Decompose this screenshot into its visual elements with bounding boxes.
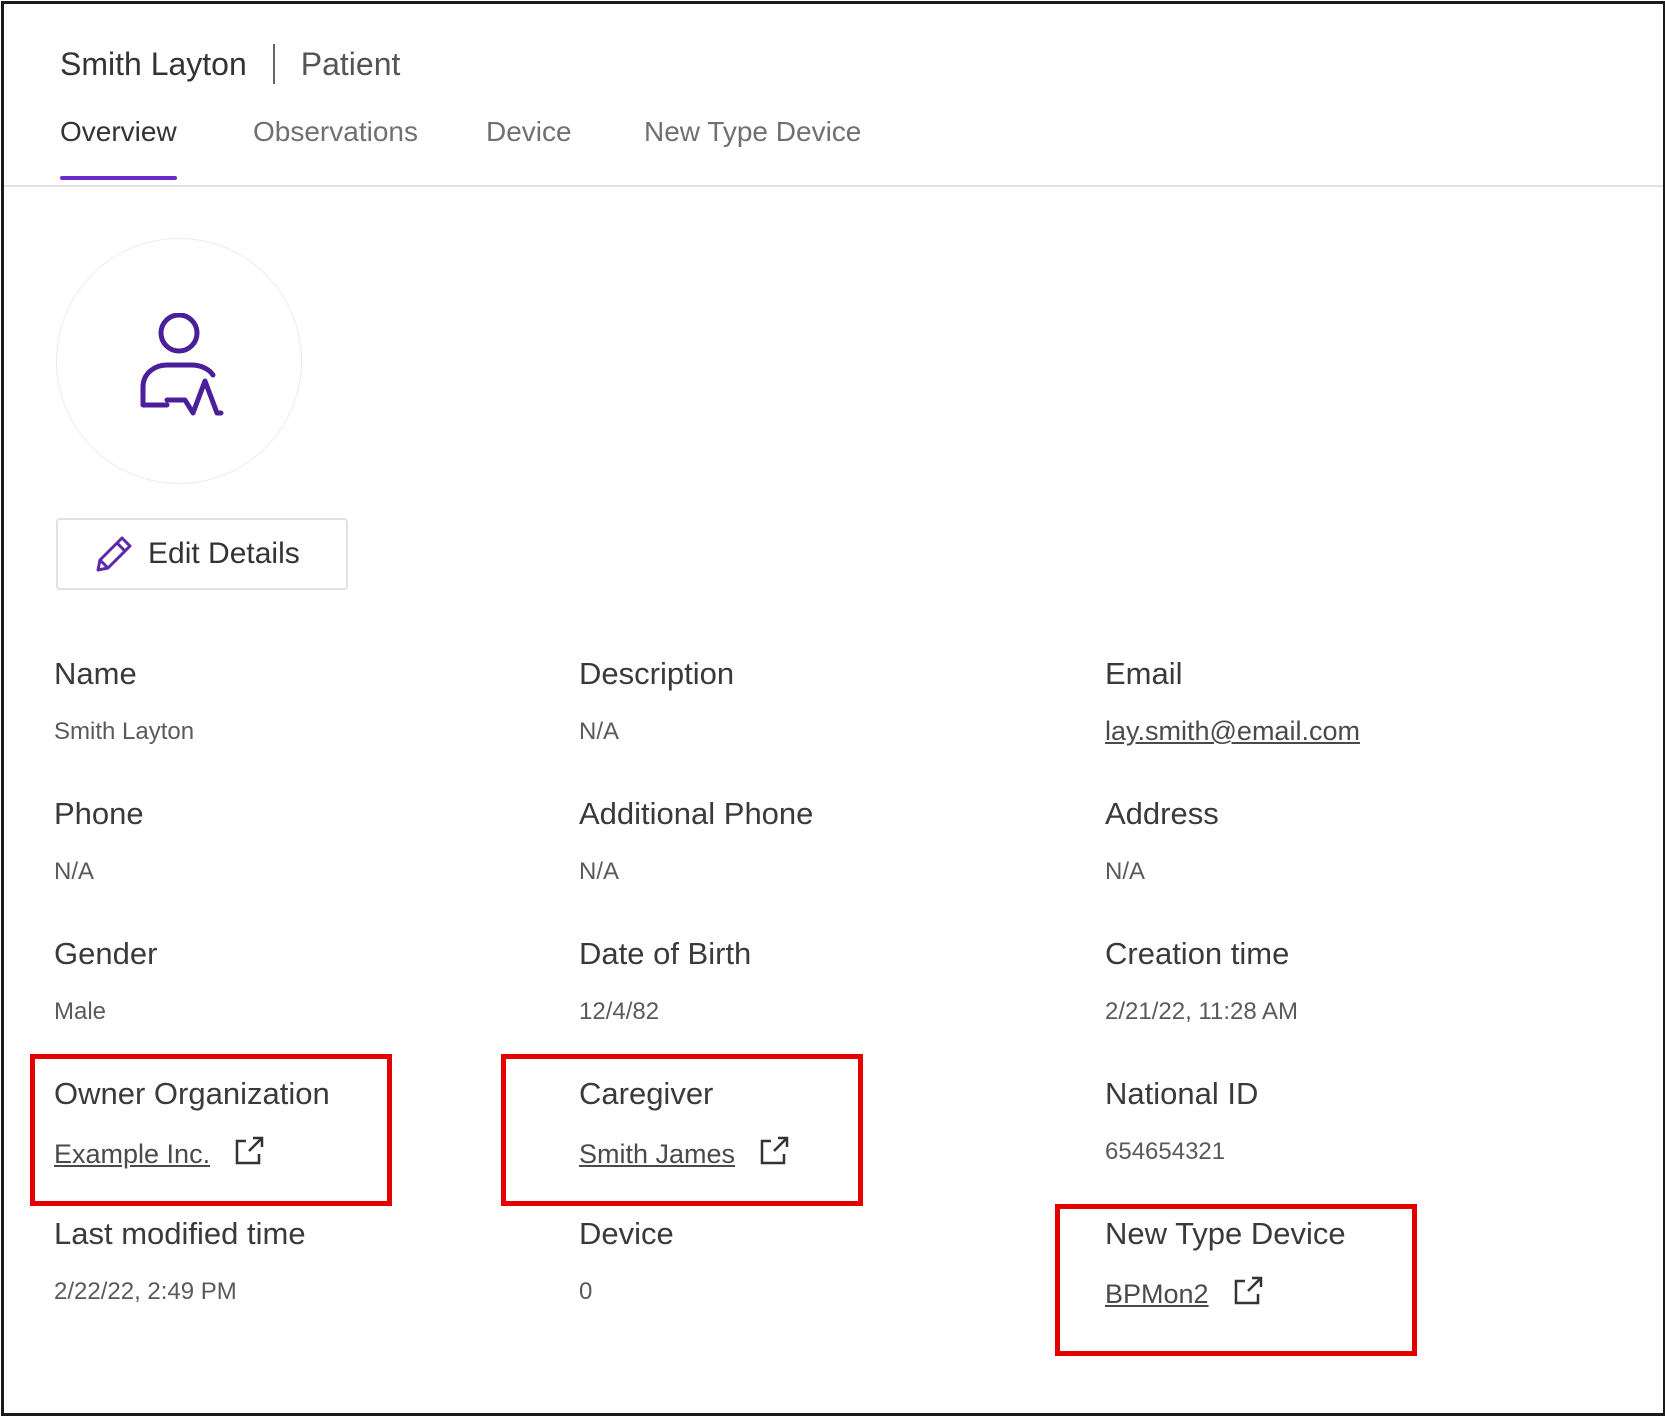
field-label: Address: [1105, 796, 1219, 831]
edit-details-button[interactable]: Edit Details: [56, 518, 348, 590]
tab-device[interactable]: Device: [486, 116, 572, 148]
field-value: 0: [579, 1278, 593, 1305]
breadcrumb: Smith Layton Patient: [60, 44, 400, 84]
field-value: N/A: [579, 858, 620, 885]
field-value: N/A: [579, 718, 620, 745]
edit-details-label: Edit Details: [148, 537, 300, 570]
field-value: N/A: [1105, 858, 1146, 885]
field-value: Male: [54, 998, 107, 1025]
breadcrumb-divider: [272, 44, 275, 84]
record-type-label: Patient: [300, 45, 401, 82]
field-label: Name: [54, 656, 137, 691]
field-label: Last modified time: [54, 1216, 306, 1251]
page-header: Smith Layton Patient Overview Observatio…: [4, 4, 1663, 187]
field-label: Additional Phone: [579, 796, 814, 831]
field-value: lay.smith@email.com: [1105, 716, 1360, 747]
field-label: Email: [1105, 656, 1183, 691]
tab-label: Device: [486, 116, 572, 147]
field-label: Gender: [54, 936, 158, 971]
tab-observations[interactable]: Observations: [253, 116, 418, 148]
email-link[interactable]: lay.smith@email.com: [1105, 716, 1360, 747]
highlight-box-new-type-device: [1055, 1204, 1417, 1356]
field-label: Date of Birth: [579, 936, 752, 971]
pencil-icon: [96, 536, 132, 572]
tab-overview[interactable]: Overview: [60, 116, 177, 180]
field-label: Creation time: [1105, 936, 1290, 971]
field-value: 654654321: [1105, 1138, 1226, 1165]
tab-label: Overview: [60, 116, 177, 147]
field-label: National ID: [1105, 1076, 1259, 1111]
field-value: 2/21/22, 11:28 AM: [1105, 998, 1299, 1025]
patient-icon: [140, 313, 224, 416]
field-label: Phone: [54, 796, 144, 831]
field-value: Smith Layton: [54, 718, 195, 745]
field-value: 12/4/82: [579, 998, 660, 1025]
active-tab-indicator: [60, 176, 177, 180]
field-label: Device: [579, 1216, 674, 1251]
avatar: [56, 238, 302, 484]
highlight-box-caregiver: [501, 1054, 863, 1206]
field-value: N/A: [54, 858, 95, 885]
patient-name-title: Smith Layton: [60, 45, 247, 82]
highlight-box-owner-organization: [30, 1054, 392, 1206]
tab-new-type-device[interactable]: New Type Device: [644, 116, 861, 148]
field-value: 2/22/22, 2:49 PM: [54, 1278, 237, 1305]
tab-label: New Type Device: [644, 116, 862, 147]
field-label: Description: [579, 656, 735, 691]
patient-overview-panel: Smith Layton Patient Overview Observatio…: [1, 1, 1665, 1416]
tab-label: Observations: [253, 116, 418, 147]
